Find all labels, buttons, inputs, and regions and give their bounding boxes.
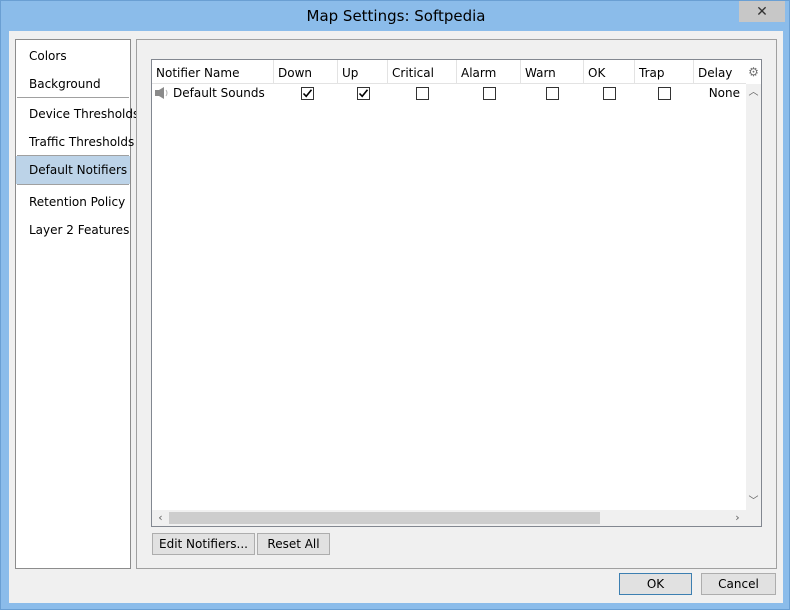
nav-item-colors[interactable]: Colors: [16, 42, 130, 70]
dialog-client-area: Colors Background Device Thresholds Traf…: [9, 31, 783, 603]
map-settings-window: Map Settings: Softpedia ✕ Colors Backgro…: [0, 0, 790, 610]
nav-item-background[interactable]: Background: [16, 70, 130, 98]
default-notifiers-panel: Notifier Name Down Up Critical Alarm War…: [136, 39, 777, 569]
horizontal-scroll-thumb[interactable]: [169, 512, 600, 524]
scroll-right-icon[interactable]: ›: [729, 510, 746, 526]
checkbox-up[interactable]: [357, 87, 370, 100]
column-header-alarm[interactable]: Alarm: [457, 60, 521, 84]
nav-separator: [17, 184, 129, 185]
nav-item-traffic-thresholds[interactable]: Traffic Thresholds: [16, 128, 134, 156]
checkbox-alarm[interactable]: [483, 87, 496, 100]
checkbox-warn[interactable]: [546, 87, 559, 100]
column-header-down[interactable]: Down: [274, 60, 338, 84]
vertical-scrollbar[interactable]: ︿ ﹀: [746, 84, 761, 510]
notifiers-grid: Notifier Name Down Up Critical Alarm War…: [151, 59, 762, 527]
window-title: Map Settings: Softpedia: [306, 7, 486, 25]
column-header-critical[interactable]: Critical: [388, 60, 457, 84]
scroll-up-icon[interactable]: ︿: [746, 84, 761, 101]
checkbox-critical[interactable]: [416, 87, 429, 100]
column-header-trap[interactable]: Trap: [635, 60, 694, 84]
nav-item-retention-policy[interactable]: Retention Policy: [16, 188, 130, 216]
column-header-ok[interactable]: OK: [584, 60, 635, 84]
scroll-down-icon[interactable]: ﹀: [746, 493, 761, 510]
horizontal-scrollbar[interactable]: ‹ ›: [152, 510, 746, 526]
nav-item-device-thresholds[interactable]: Device Thresholds: [16, 100, 139, 128]
checkbox-down[interactable]: [301, 87, 314, 100]
column-header-warn[interactable]: Warn: [521, 60, 584, 84]
edit-notifiers-button[interactable]: Edit Notifiers...: [152, 533, 255, 555]
speaker-icon: [154, 86, 170, 100]
column-header-up[interactable]: Up: [338, 60, 388, 84]
notifier-name: Default Sounds: [173, 86, 265, 100]
table-row[interactable]: Default Sounds None: [152, 84, 746, 102]
delay-value[interactable]: None: [709, 84, 740, 102]
settings-nav-list: Colors Background Device Thresholds Traf…: [15, 39, 139, 569]
reset-all-button[interactable]: Reset All: [257, 533, 330, 555]
notifier-name-cell: Default Sounds: [154, 84, 265, 102]
gear-icon[interactable]: ⚙: [746, 60, 761, 84]
grid-header: Notifier Name Down Up Critical Alarm War…: [152, 60, 759, 84]
close-button[interactable]: ✕: [739, 1, 785, 22]
column-header-delay[interactable]: Delay: [694, 60, 746, 84]
nav-separator: [17, 97, 129, 98]
scroll-left-icon[interactable]: ‹: [152, 510, 169, 526]
column-header-notifier-name[interactable]: Notifier Name: [152, 60, 274, 84]
title-bar[interactable]: Map Settings: Softpedia ✕: [1, 1, 790, 31]
checkbox-ok[interactable]: [603, 87, 616, 100]
nav-item-default-notifiers[interactable]: Default Notifiers: [16, 156, 130, 184]
checkbox-trap[interactable]: [658, 87, 671, 100]
close-icon: ✕: [756, 3, 768, 20]
ok-button[interactable]: OK: [619, 573, 692, 595]
scrollbar-corner: [746, 510, 761, 526]
nav-item-layer-2-features[interactable]: Layer 2 Features: [16, 216, 130, 244]
cancel-button[interactable]: Cancel: [701, 573, 776, 595]
